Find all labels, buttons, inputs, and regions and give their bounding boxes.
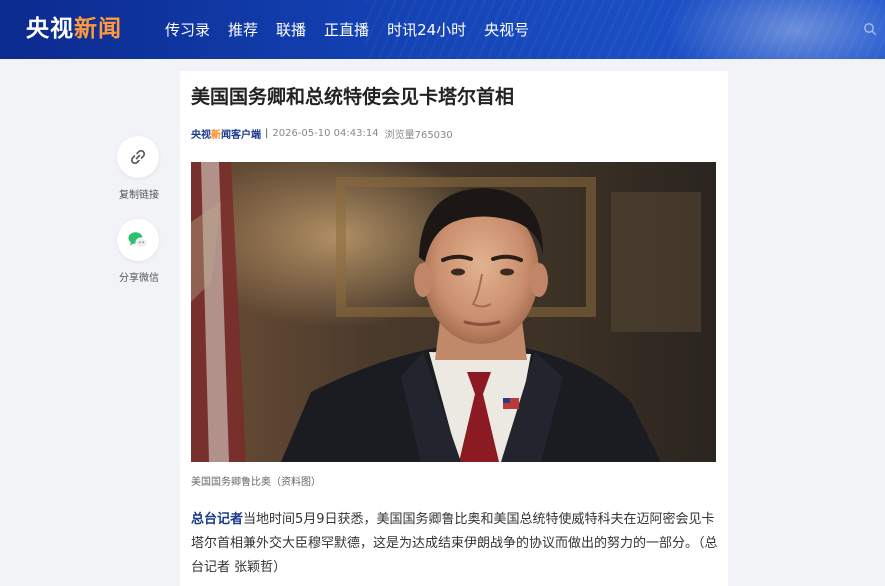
site-logo[interactable]: 央视新闻 (26, 13, 122, 45)
nav-item-cctv-account[interactable]: 央视号 (484, 19, 529, 40)
article-lead: 总台记者 (191, 512, 244, 527)
article-source[interactable]: 央视新闻客户端 (191, 126, 261, 141)
meta-separator: | (265, 127, 269, 139)
logo-main: 央视 (26, 16, 74, 42)
source-rest: 闻客户端 (221, 129, 261, 141)
copy-link-button[interactable] (117, 136, 159, 178)
share-wechat-label: 分享微信 (119, 273, 159, 284)
publish-time: 2026-05-10 04:43:14 (272, 127, 379, 139)
copy-link-label: 复制链接 (119, 190, 159, 201)
article-card: 美国国务卿和总统特使会见卡塔尔首相 央视新闻客户端 | 2026-05-10 0… (180, 71, 728, 586)
header-glow (665, 0, 885, 59)
header-search-icon[interactable] (863, 22, 877, 36)
article-body: 总台记者当地时间5月9日获悉，美国国务卿鲁比奥和美国总统特使威特科夫在迈阿密会见… (191, 508, 721, 580)
view-count: 浏览量765030 (384, 129, 453, 141)
nav-item-lianbo[interactable]: 联播 (276, 19, 306, 40)
link-icon (130, 149, 146, 165)
article-meta: 央视新闻客户端 | 2026-05-10 04:43:14 浏览量765030 (191, 126, 453, 141)
article-title: 美国国务卿和总统特使会见卡塔尔首相 (191, 86, 515, 108)
wechat-icon (128, 232, 148, 248)
main-nav: 传习录 推荐 联播 正直播 时讯24小时 央视号 (165, 0, 547, 59)
source-accent: 新 (211, 129, 221, 141)
nav-item-24h-news[interactable]: 时讯24小时 (387, 19, 466, 40)
article-photo (191, 162, 716, 462)
nav-item-live[interactable]: 正直播 (324, 19, 369, 40)
source-main: 央视 (191, 129, 211, 141)
nav-item-recommend[interactable]: 推荐 (228, 19, 258, 40)
top-header: 央视新闻 传习录 推荐 联播 正直播 时讯24小时 央视号 (0, 0, 885, 59)
nav-item-chuanxilu[interactable]: 传习录 (165, 19, 210, 40)
share-sidebar: 复制链接 分享微信 (114, 136, 164, 302)
logo-accent: 新闻 (74, 16, 122, 42)
article-body-text: 当地时间5月9日获悉，美国国务卿鲁比奥和美国总统特使威特科夫在迈阿密会见卡塔尔首… (191, 512, 718, 575)
share-wechat-button[interactable] (117, 219, 159, 261)
photo-caption: 美国国务卿鲁比奥（资料图） (191, 477, 321, 488)
